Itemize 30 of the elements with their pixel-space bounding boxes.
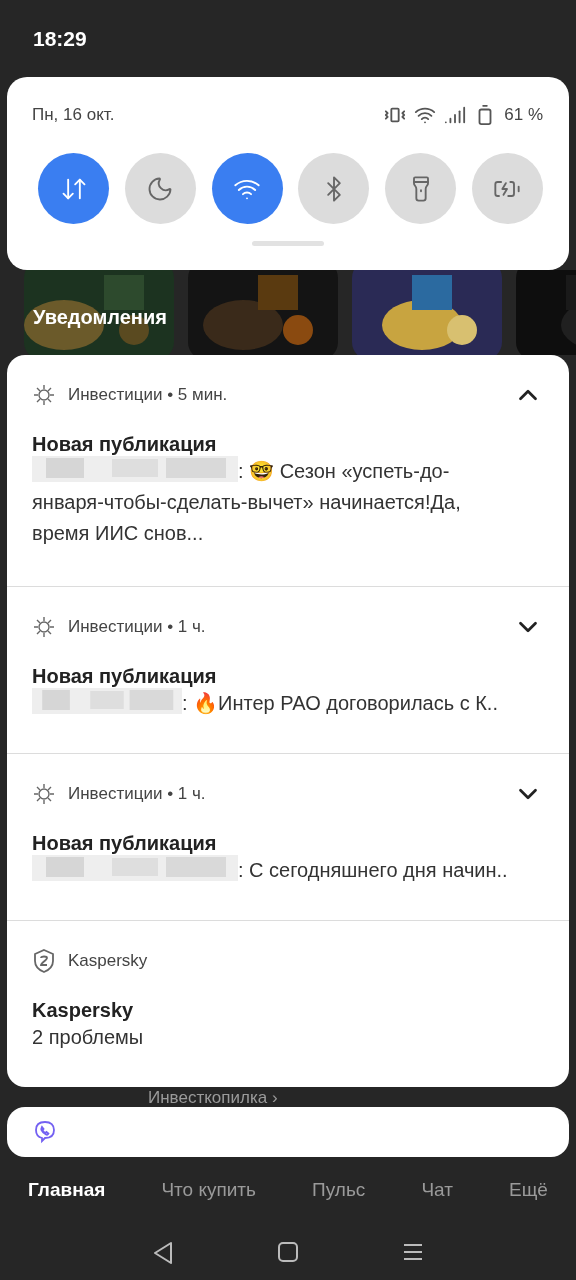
gear-icon	[32, 782, 56, 806]
phone-bubble-icon	[33, 1120, 57, 1144]
notification-text: : С сегодняшнего дня начин..	[238, 859, 508, 881]
drag-handle[interactable]	[251, 241, 324, 246]
home-button[interactable]	[277, 1241, 299, 1265]
tab-item[interactable]: Что купить	[161, 1179, 256, 1201]
back-button[interactable]	[151, 1241, 174, 1265]
notification-title: Новая публикация	[32, 665, 218, 688]
tab-item[interactable]: Ещё	[509, 1179, 548, 1201]
notification-app: Инвестиции • 1 ч.	[68, 617, 207, 637]
cell-signal-icon	[444, 104, 467, 126]
gear-icon	[32, 615, 56, 639]
clock: 18:29	[33, 26, 87, 51]
notification-app: Инвестиции • 5 мин.	[68, 385, 229, 405]
gear-icon	[32, 383, 56, 407]
notification-title: Новая публикация	[32, 832, 218, 855]
battery-percentage: 61 %	[504, 105, 543, 125]
tab-item[interactable]: Пульс	[312, 1179, 366, 1201]
tab-item[interactable]: Главная	[28, 1179, 106, 1201]
notification-app: Kaspersky	[68, 951, 149, 971]
notification-app: Инвестиции • 1 ч.	[68, 784, 207, 804]
shield-icon	[32, 948, 56, 974]
notification-text: : 🤓 Сезон «успеть-до-января-чтобы-сделать-вычет» начинается!Да, время ИИС снов...	[32, 460, 461, 544]
notification-text: 2 проблемы	[32, 1026, 144, 1048]
notification-title: Kaspersky	[32, 999, 135, 1022]
date: Пн, 16 окт.	[32, 105, 115, 125]
notification-text: : 🔥Интер РАО договорилась с К..	[182, 692, 498, 714]
section-heading: Уведомления	[33, 306, 167, 329]
notification-title: Новая публикация	[32, 433, 218, 456]
tab-item[interactable]: Чат	[421, 1179, 453, 1201]
